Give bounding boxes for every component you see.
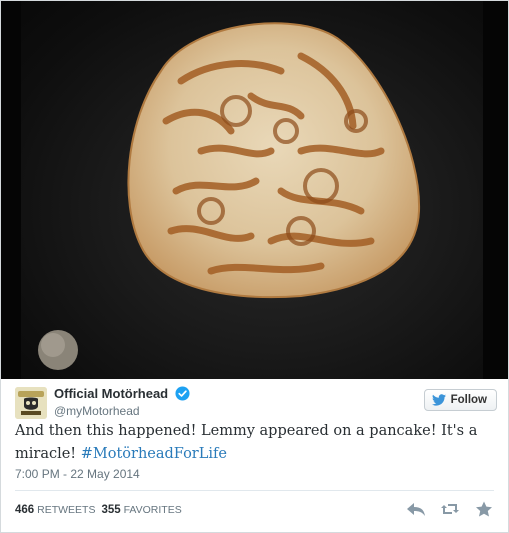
retweets-count: 466: [15, 504, 35, 516]
divider: [15, 490, 494, 491]
follow-button[interactable]: Follow: [423, 389, 497, 411]
timestamp[interactable]: 7:00 PM - 22 May 2014: [15, 467, 140, 481]
favorites-stat[interactable]: 355 FAVORITES: [101, 504, 181, 516]
tweet-text: And then this happened! Lemmy appeared o…: [15, 420, 495, 466]
tweet-stats: 466 RETWEETS 355 FAVORITES: [15, 504, 182, 516]
tweet-header: Official Motörhead @myMotorhead Follow: [15, 385, 497, 421]
reply-icon[interactable]: [406, 501, 426, 517]
tweet-actions: [406, 501, 494, 517]
retweet-icon[interactable]: [440, 501, 460, 517]
retweets-label: RETWEETS: [37, 504, 96, 516]
retweets-stat[interactable]: 466 RETWEETS: [15, 504, 95, 516]
tweet-photo[interactable]: [1, 1, 508, 379]
pancake-image: [38, 22, 421, 370]
favorite-icon[interactable]: [474, 501, 494, 517]
display-name[interactable]: Official Motörhead: [54, 386, 168, 401]
favorites-label: FAVORITES: [123, 504, 182, 516]
avatar[interactable]: [15, 387, 47, 419]
follow-label: Follow: [450, 394, 487, 406]
verified-icon: [175, 386, 190, 401]
favorites-count: 355: [101, 504, 121, 516]
twitter-bird-icon: [431, 394, 446, 406]
tweet-card: Official Motörhead @myMotorhead Follow A…: [0, 0, 509, 533]
user-handle[interactable]: @myMotorhead: [54, 404, 140, 418]
hashtag-link[interactable]: #MotörheadForLife: [81, 446, 227, 462]
motorhead-logo-icon: [15, 387, 47, 419]
